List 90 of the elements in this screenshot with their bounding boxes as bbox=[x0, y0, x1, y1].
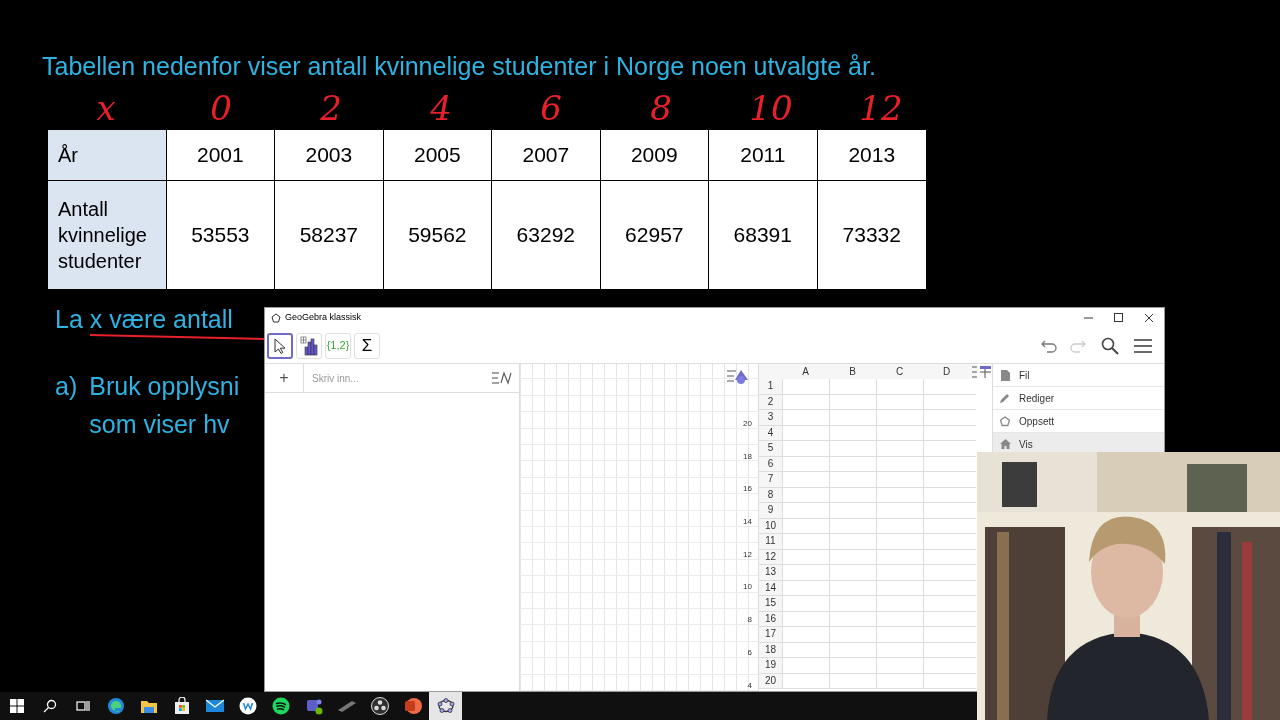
table-cell: 68391 bbox=[709, 181, 818, 289]
table-cell: 62957 bbox=[600, 181, 710, 289]
handwritten-number: 0 bbox=[210, 90, 232, 126]
ellipse-points-icon bbox=[436, 698, 455, 714]
row-header[interactable]: 1 bbox=[759, 379, 782, 394]
music-app-icon bbox=[271, 697, 290, 715]
mail-icon bbox=[205, 699, 224, 713]
slide-text: La x være antall bbox=[55, 305, 233, 333]
menu-label: Rediger bbox=[1019, 391, 1055, 406]
tool-button[interactable] bbox=[267, 332, 293, 359]
axis-tick-label: 6 bbox=[747, 646, 752, 659]
folder-icon bbox=[139, 698, 158, 714]
bar-chart-icon bbox=[300, 335, 318, 356]
handwritten-number: 8 bbox=[650, 90, 672, 126]
table-cell-text: 2013 bbox=[847, 142, 897, 169]
axis-tick-label: 8 bbox=[747, 614, 752, 627]
axis-tick-label: 12 bbox=[743, 548, 752, 561]
row-header[interactable]: 11 bbox=[759, 534, 782, 549]
record-app-icon bbox=[370, 697, 389, 715]
search-icon bbox=[42, 699, 57, 713]
presentation-app-icon bbox=[403, 697, 422, 715]
windows-icon bbox=[9, 699, 24, 713]
search-icon[interactable] bbox=[1101, 336, 1119, 355]
axis-tick-label: 4 bbox=[747, 679, 752, 691]
row-header[interactable]: 19 bbox=[759, 658, 782, 673]
menu-label: Vis bbox=[1019, 437, 1033, 452]
table-cell: 59562 bbox=[383, 181, 493, 289]
table-cell: 2001 bbox=[166, 130, 276, 180]
close-icon[interactable] bbox=[1144, 313, 1154, 323]
row-header: År bbox=[48, 130, 167, 180]
menu-icon[interactable] bbox=[1134, 338, 1152, 353]
algebra-settings-icon[interactable] bbox=[491, 371, 513, 385]
handwritten-number: x bbox=[96, 90, 116, 126]
shopping-bag-icon bbox=[173, 697, 190, 715]
home-icon bbox=[999, 439, 1011, 449]
input-field[interactable]: Skriv inn... bbox=[303, 364, 491, 392]
tool-button[interactable]: Σ bbox=[354, 332, 380, 359]
browser-icon bbox=[106, 697, 125, 715]
maximize-icon[interactable] bbox=[1114, 313, 1124, 323]
column-header[interactable]: A bbox=[782, 364, 829, 379]
column-header[interactable]: C bbox=[876, 364, 923, 379]
handwritten-number: 10 bbox=[749, 90, 793, 126]
row-header[interactable]: 3 bbox=[759, 410, 782, 425]
column-header[interactable]: D bbox=[923, 364, 970, 379]
axis-tick-label: 14 bbox=[743, 516, 752, 529]
handwritten-number: 4 bbox=[430, 90, 452, 126]
window-title: GeoGebra klassisk bbox=[285, 311, 362, 325]
table-cell: 2011 bbox=[709, 130, 818, 180]
axis-tick-label: 20 bbox=[743, 418, 752, 430]
table-cell: 2003 bbox=[275, 130, 384, 180]
app-logo-icon bbox=[271, 313, 281, 323]
table-cell: 2007 bbox=[492, 130, 601, 180]
undo-icon[interactable] bbox=[1041, 338, 1059, 353]
column-header[interactable]: B bbox=[829, 364, 876, 379]
row-header[interactable]: 13 bbox=[759, 565, 782, 580]
add-button[interactable]: + bbox=[265, 366, 303, 390]
axis-tick-label: 16 bbox=[743, 483, 752, 496]
task-text: Bruk opplysni bbox=[89, 371, 240, 402]
table-cell: 2009 bbox=[600, 130, 710, 180]
menu-label: Oppsett bbox=[1019, 414, 1055, 429]
row-header[interactable]: 9 bbox=[759, 503, 782, 518]
table-cell: 53553 bbox=[166, 181, 276, 289]
stylus-icon bbox=[336, 700, 357, 712]
menu-label: Fil bbox=[1019, 368, 1030, 383]
pentagon-icon bbox=[999, 415, 1011, 427]
slide-title: Tabellen nedenfor viser antall kvinnelige studenter i Norge noen utvalgte år. bbox=[42, 51, 876, 82]
handwritten-number: 2 bbox=[320, 90, 342, 126]
table-cell: 58237 bbox=[275, 181, 384, 289]
task-view-icon bbox=[75, 699, 90, 713]
handwritten-number: 6 bbox=[540, 90, 562, 126]
spreadsheet-style-icon[interactable] bbox=[972, 365, 992, 379]
row-header[interactable]: 5 bbox=[759, 441, 782, 456]
row-header[interactable]: 7 bbox=[759, 472, 782, 487]
axis-tick-label: 18 bbox=[743, 450, 752, 463]
table-cell-text: 73332 bbox=[841, 222, 902, 249]
task-text: som viser hv bbox=[89, 409, 231, 440]
document-icon bbox=[1000, 369, 1010, 381]
table-cell: 2005 bbox=[383, 130, 493, 180]
task-label: a) bbox=[55, 371, 78, 402]
pencil-icon bbox=[1000, 393, 1010, 403]
app-circle-icon bbox=[238, 697, 257, 715]
table-cell: 63292 bbox=[492, 181, 601, 289]
axis-tick-label: 10 bbox=[743, 581, 752, 594]
pointer-icon bbox=[274, 337, 286, 354]
graphics-style-icon[interactable] bbox=[726, 368, 750, 386]
row-header[interactable]: 15 bbox=[759, 596, 782, 611]
row-header: Antall kvinnelige studenter bbox=[48, 181, 167, 289]
row-header[interactable]: 17 bbox=[759, 627, 782, 642]
handwritten-number: 12 bbox=[859, 90, 903, 126]
taskbar-button[interactable] bbox=[429, 692, 462, 720]
